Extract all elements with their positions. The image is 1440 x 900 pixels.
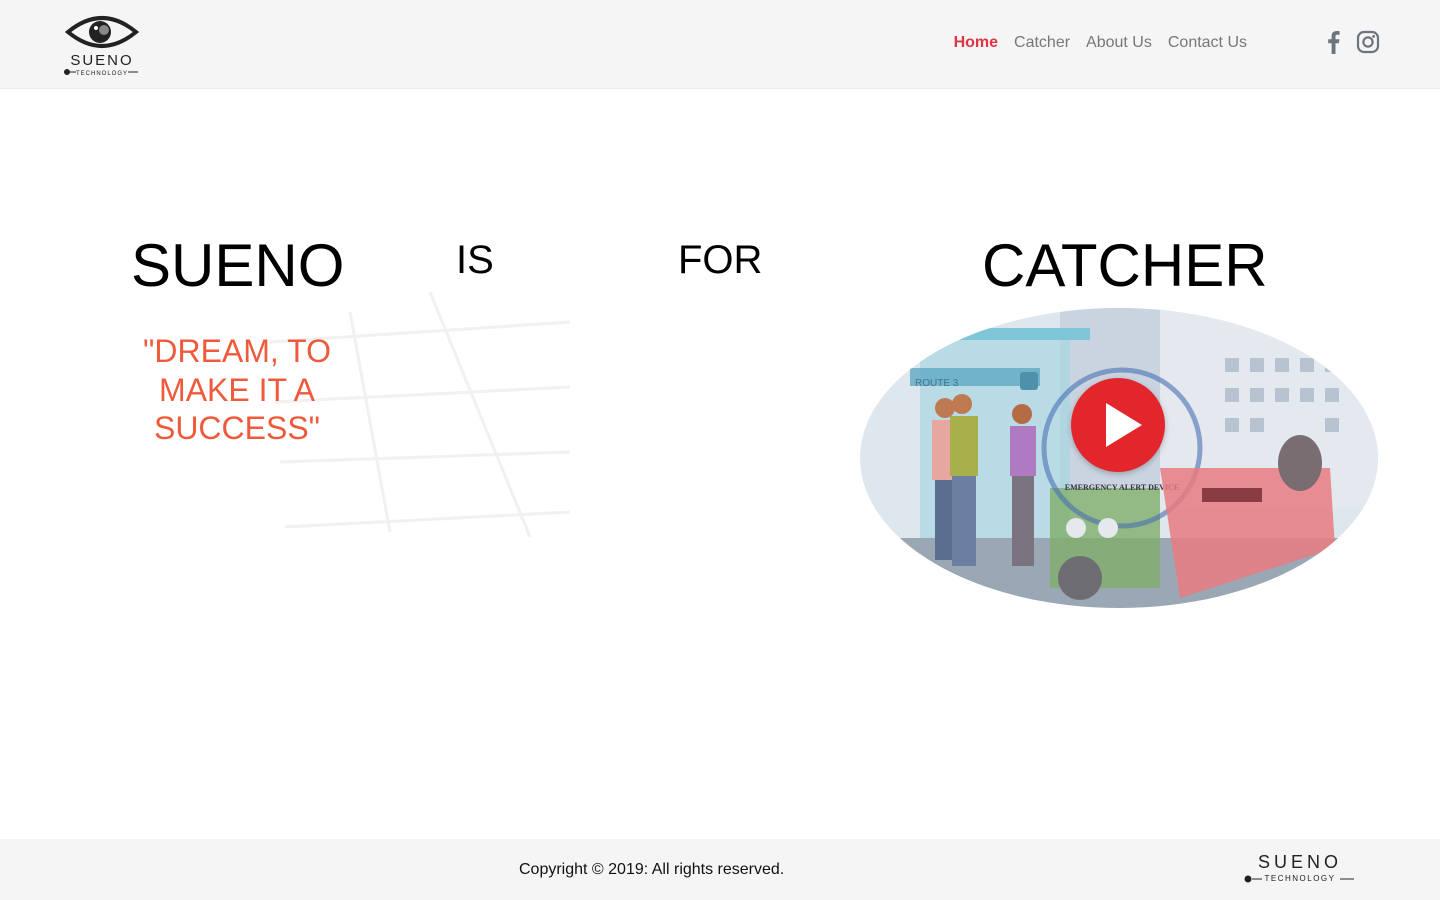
nav-about-us[interactable]: About Us [1078, 34, 1160, 52]
main-nav: Home Catcher About Us Contact Us [946, 34, 1255, 52]
hero-word-catcher: CATCHER [982, 232, 1268, 299]
sueno-logo[interactable]: SUENO TECHNOLOGY [60, 10, 144, 78]
nav-contact-us[interactable]: Contact Us [1160, 34, 1255, 52]
svg-text:TECHNOLOGY: TECHNOLOGY [76, 71, 128, 77]
svg-text:ROUTE 3: ROUTE 3 [915, 378, 959, 389]
top-navbar: SUENO TECHNOLOGY Home Catcher About Us C… [0, 0, 1440, 89]
nav-catcher[interactable]: Catcher [1006, 34, 1078, 52]
svg-text:SUENO: SUENO [70, 52, 133, 69]
social-links [1322, 30, 1380, 54]
svg-text:EMERGENCY ALERT DEVICE: EMERGENCY ALERT DEVICE [1065, 483, 1179, 492]
footer: Copyright © 2019: All rights reserved. S… [0, 839, 1440, 900]
footer-logo[interactable]: SUENO TECHNOLOGY [1242, 853, 1358, 885]
instagram-icon[interactable] [1356, 30, 1380, 54]
eye-icon [64, 16, 140, 48]
copyright-text: Copyright © 2019: All rights reserved. [519, 861, 785, 878]
hero-word-is: IS [456, 238, 494, 282]
hero-tagline: "DREAM, TO MAKE IT A SUCCESS" [143, 333, 331, 446]
svg-text:TECHNOLOGY: TECHNOLOGY [1264, 874, 1335, 883]
facebook-icon[interactable] [1322, 30, 1346, 54]
play-icon[interactable] [1071, 378, 1165, 472]
svg-text:SUENO: SUENO [1258, 853, 1342, 872]
hero-word-for: FOR [678, 238, 763, 282]
nav-home[interactable]: Home [946, 34, 1006, 52]
